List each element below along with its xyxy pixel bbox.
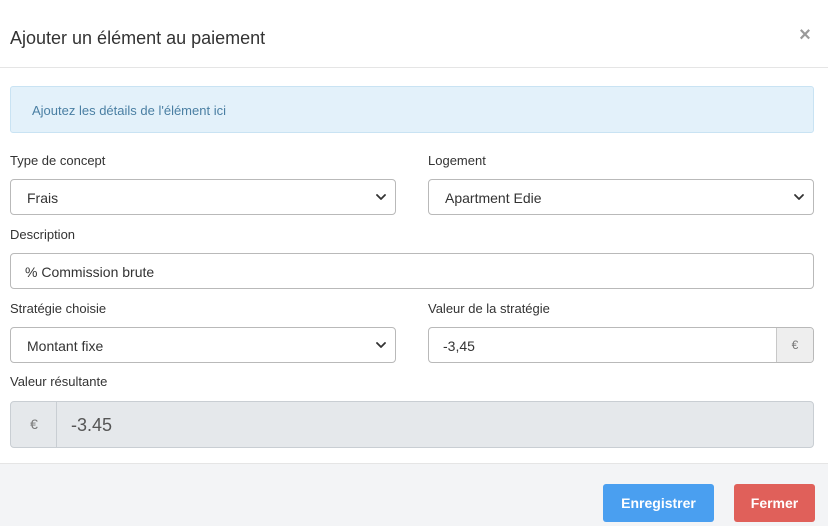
euro-icon: € bbox=[30, 416, 38, 432]
chevron-down-icon bbox=[794, 194, 804, 200]
housing-value: Apartment Edie bbox=[445, 190, 542, 206]
chevron-down-icon bbox=[376, 342, 386, 348]
modal-footer: Enregistrer Fermer bbox=[0, 463, 828, 526]
strategy-value-label: Valeur de la stratégie bbox=[428, 301, 550, 316]
close-button[interactable]: Fermer bbox=[734, 484, 815, 522]
concept-type-label: Type de concept bbox=[10, 153, 106, 168]
result-addon: € bbox=[11, 402, 57, 447]
modal-title: Ajouter un élément au paiement bbox=[10, 28, 266, 48]
strategy-value-text: -3,45 bbox=[443, 338, 475, 354]
housing-select[interactable]: Apartment Edie bbox=[428, 179, 814, 215]
info-alert: Ajoutez les détails de l'élément ici bbox=[10, 86, 814, 133]
strategy-select[interactable]: Montant fixe bbox=[10, 327, 396, 363]
euro-icon: € bbox=[791, 338, 799, 352]
description-value: % Commission brute bbox=[25, 264, 155, 280]
modal-header: Ajouter un élément au paiement × bbox=[0, 0, 828, 68]
housing-label: Logement bbox=[428, 153, 486, 168]
info-alert-text: Ajoutez les détails de l'élément ici bbox=[32, 103, 226, 118]
description-label: Description bbox=[10, 227, 76, 242]
concept-type-value: Frais bbox=[27, 190, 59, 206]
strategy-value-addon: € bbox=[776, 328, 813, 362]
strategy-value-input[interactable]: -3,45 € bbox=[428, 327, 814, 363]
result-value: -3.45 bbox=[71, 415, 113, 435]
save-button[interactable]: Enregistrer bbox=[603, 484, 714, 522]
strategy-label: Stratégie choisie bbox=[10, 301, 107, 316]
result-readonly-field: € -3.45 bbox=[10, 401, 814, 448]
strategy-value: Montant fixe bbox=[27, 338, 104, 354]
chevron-down-icon bbox=[376, 194, 386, 200]
result-label: Valeur résultante bbox=[10, 374, 108, 389]
close-icon[interactable]: × bbox=[796, 25, 814, 45]
concept-type-select[interactable]: Frais bbox=[10, 179, 396, 215]
description-input[interactable]: % Commission brute bbox=[10, 253, 814, 289]
